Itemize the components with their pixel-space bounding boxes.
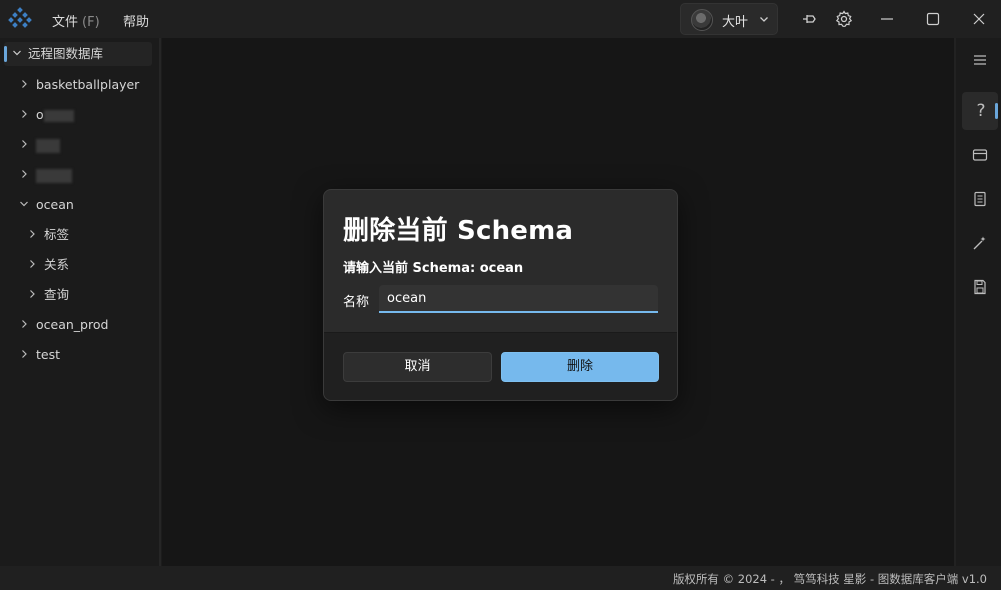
tree-item-label: 查询: [44, 287, 70, 302]
chevron-right-icon: [22, 170, 27, 178]
tree-item-label: 关系: [44, 257, 70, 272]
dialog-title: 删除当前 Schema: [343, 216, 574, 246]
app-logo-icon: [8, 7, 32, 28]
menu-help-label: 帮助: [123, 15, 150, 30]
tree-item-masked-3[interactable]: [0, 165, 158, 185]
name-label: 名称: [343, 295, 370, 310]
menu-file-label: 文件: [52, 15, 79, 30]
menu-icon[interactable]: [971, 51, 989, 69]
menu-file[interactable]: 文件 (F): [52, 11, 100, 30]
cancel-button[interactable]: 取消: [343, 352, 492, 382]
delete-schema-dialog: 删除当前 Schema 请输入当前 Schema: ocean 名称 取消 删除: [323, 189, 678, 401]
sidebar-divider[interactable]: [159, 38, 161, 566]
tree-item-label: basketballplayer: [36, 77, 140, 92]
chevron-right-icon: [22, 320, 27, 328]
delete-button[interactable]: 删除: [501, 352, 659, 382]
document-icon[interactable]: [971, 190, 989, 208]
tree-item-masked-row: [36, 135, 60, 155]
minimize-icon[interactable]: [878, 10, 896, 28]
gear-icon[interactable]: [835, 10, 853, 28]
magic-wand-icon[interactable]: [971, 234, 989, 252]
tree-item-ocean-relations[interactable]: 关系: [0, 255, 158, 275]
redacted-text: [36, 168, 72, 183]
tree-item-label: o: [36, 107, 44, 122]
tree-root-remote-db[interactable]: 远程图数据库: [4, 42, 152, 66]
title-bar: 文件 (F) 帮助 大叶: [0, 0, 1001, 38]
user-name: 大叶: [722, 15, 749, 30]
tree-item-test[interactable]: test: [0, 345, 158, 365]
tree-item-ocean-tags[interactable]: 标签: [0, 225, 158, 245]
tree-item-label: ocean: [36, 197, 74, 212]
tree-root-label: 远程图数据库: [28, 46, 104, 61]
chevron-right-icon: [30, 230, 35, 238]
chevron-right-icon: [22, 80, 27, 88]
tree-item-masked-1[interactable]: o: [0, 105, 158, 125]
chevron-down-icon: [13, 50, 21, 56]
avatar: [691, 9, 713, 31]
tree-item-ocean[interactable]: ocean: [0, 195, 158, 215]
menu-file-hotkey: (F): [82, 15, 100, 30]
chevron-right-icon: [30, 260, 35, 268]
chevron-down-icon: [20, 201, 28, 207]
dialog-prompt: 请输入当前 Schema: ocean: [343, 261, 524, 276]
tree-item-label: 标签: [44, 227, 70, 242]
chevron-right-icon: [22, 140, 27, 148]
tree-item-label: test: [36, 347, 61, 362]
redacted-text: [43, 109, 74, 122]
chevron-right-icon: [30, 290, 35, 298]
status-bar: 版权所有 © 2024 - ， 笃笃科技 星影 - 图数据库客户端 v1.0: [0, 566, 1001, 590]
chevron-right-icon: [22, 110, 27, 118]
card-icon[interactable]: [971, 146, 989, 164]
tree-item-ocean-queries[interactable]: 查询: [0, 285, 158, 305]
tree-item-masked-row: o: [36, 105, 74, 125]
schema-name-input[interactable]: [379, 285, 658, 313]
maximize-icon[interactable]: [924, 10, 942, 28]
tree-item-masked-row: [36, 165, 72, 185]
tree-item-label: ocean_prod: [36, 317, 109, 332]
tree-item-masked-2[interactable]: [0, 135, 158, 155]
chevron-right-icon: [22, 350, 27, 358]
tree-item-ocean-prod[interactable]: ocean_prod: [0, 315, 158, 335]
help-icon: ?: [976, 101, 986, 121]
copyright-text: 版权所有 © 2024 - ， 笃笃科技 星影 - 图数据库客户端 v1.0: [672, 572, 987, 586]
menu-help[interactable]: 帮助: [123, 11, 149, 30]
pin-icon[interactable]: [801, 10, 819, 28]
save-icon[interactable]: [971, 278, 989, 296]
redacted-text: [36, 138, 60, 153]
tree-root-row: 远程图数据库: [4, 44, 152, 64]
close-icon[interactable]: [970, 10, 988, 28]
chevron-down-icon: [760, 17, 768, 22]
selection-indicator: [995, 103, 998, 119]
user-menu-button[interactable]: 大叶: [680, 3, 778, 35]
tree-item-basketballplayer[interactable]: basketballplayer: [0, 75, 158, 95]
